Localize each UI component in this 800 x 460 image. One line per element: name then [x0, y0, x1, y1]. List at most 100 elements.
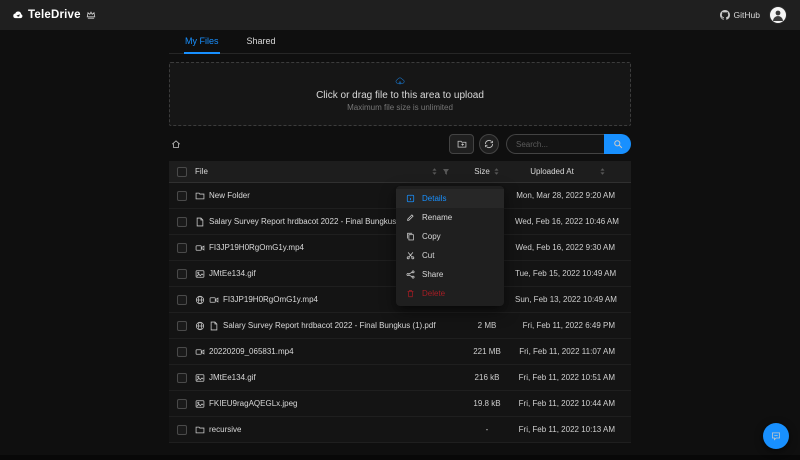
- row-checkbox[interactable]: [177, 242, 187, 253]
- context-menu-item-label: Cut: [422, 251, 435, 260]
- context-menu-item-cut[interactable]: Cut: [396, 246, 504, 265]
- row-checkbox[interactable]: [177, 294, 187, 305]
- file-name[interactable]: New Folder: [209, 191, 250, 200]
- search-button[interactable]: [604, 134, 631, 154]
- size-sort-icon[interactable]: [493, 167, 500, 176]
- comment-icon: [771, 431, 781, 441]
- github-label: GitHub: [733, 10, 760, 20]
- table-row[interactable]: 20220209_065831.mp4 221 MB Fri, Feb 11, 20…: [169, 339, 631, 365]
- sync-icon: [484, 139, 494, 149]
- context-menu-item-label: Delete: [422, 289, 446, 298]
- select-all-checkbox[interactable]: [177, 166, 187, 177]
- file-sort-icon[interactable]: [431, 167, 438, 176]
- context-menu-item-label: Rename: [422, 213, 453, 222]
- row-checkbox[interactable]: [177, 398, 187, 409]
- file-name[interactable]: JMtEe134.gif: [209, 373, 256, 382]
- info-icon: [406, 194, 415, 203]
- table-row[interactable]: Salary Survey Report hrdbacot 2022 - Fin…: [169, 313, 631, 339]
- globe-icon: [195, 295, 205, 305]
- file-name[interactable]: Salary Survey Report hrdbacot 2022 - Fin…: [209, 217, 410, 226]
- table-row[interactable]: FKIEU9ragAQEGLx.jpeg 19.8 kB Fri, Feb 11, …: [169, 391, 631, 417]
- scissors-icon: [406, 251, 415, 260]
- file-name[interactable]: JMtEe134.gif: [209, 269, 256, 278]
- file-icon: [195, 217, 205, 227]
- file-name[interactable]: FKIEU9ragAQEGLx.jpeg: [209, 399, 297, 408]
- file-uploaded-at: Mon, Mar 28, 2022 9:20 AM: [516, 191, 615, 200]
- context-menu-item-rename[interactable]: Rename: [396, 208, 504, 227]
- file-name[interactable]: recursive: [209, 425, 241, 434]
- cloud-upload-icon: [395, 76, 405, 86]
- table-row[interactable]: JMtEe134.gif 216 kB Fri, Feb 11, 2022 10:5…: [169, 365, 631, 391]
- search-icon: [613, 139, 623, 149]
- file-uploaded-at: Fri, Feb 11, 2022 10:13 AM: [518, 425, 615, 434]
- tab-shared[interactable]: Shared: [246, 30, 277, 54]
- delete-icon: [406, 289, 415, 298]
- file-name[interactable]: FI3JP19H0RgOmG1y.mp4: [209, 243, 304, 252]
- github-link[interactable]: GitHub: [719, 10, 760, 20]
- upload-dropzone[interactable]: Click or drag file to this area to uploa…: [169, 62, 631, 126]
- search-input[interactable]: [506, 134, 604, 154]
- tab-my-files[interactable]: My Files: [184, 30, 220, 54]
- brand-title: TeleDrive: [28, 9, 81, 21]
- context-menu-item-details[interactable]: Details: [396, 189, 504, 208]
- refresh-button[interactable]: [479, 134, 499, 154]
- new-folder-button[interactable]: [449, 134, 474, 154]
- row-checkbox[interactable]: [177, 190, 187, 201]
- file-name[interactable]: 20220209_065831.mp4: [209, 347, 294, 356]
- context-menu-item-copy[interactable]: Copy: [396, 227, 504, 246]
- row-checkbox[interactable]: [177, 268, 187, 279]
- column-file-label: File: [195, 167, 208, 176]
- file-icon: [209, 321, 219, 331]
- breadcrumb-home-button[interactable]: [169, 137, 183, 151]
- folder-add-icon: [457, 139, 467, 149]
- video-icon: [195, 347, 205, 357]
- folder-icon: [195, 425, 205, 435]
- upload-title: Click or drag file to this area to uploa…: [316, 90, 484, 101]
- search-group: [506, 134, 631, 154]
- file-name[interactable]: FI3JP19H0RgOmG1y.mp4: [223, 295, 318, 304]
- file-size: 216 kB: [474, 373, 500, 382]
- edit-icon: [406, 213, 415, 222]
- table-header: File Size Uploaded At: [169, 161, 631, 183]
- chat-fab-button[interactable]: [763, 423, 789, 449]
- image-icon: [195, 399, 205, 409]
- context-menu-item-share[interactable]: Share: [396, 265, 504, 284]
- crown-icon[interactable]: [86, 10, 96, 20]
- file-size: 2 MB: [477, 321, 497, 330]
- file-name[interactable]: Salary Survey Report hrdbacot 2022 - Fin…: [223, 321, 436, 330]
- globe-icon: [195, 321, 205, 331]
- context-menu-item-label: Copy: [422, 232, 441, 241]
- file-uploaded-at: Sun, Feb 13, 2022 10:49 AM: [515, 295, 617, 304]
- column-uploaded-label: Uploaded At: [530, 167, 574, 176]
- file-uploaded-at: Wed, Feb 16, 2022 9:30 AM: [515, 243, 615, 252]
- column-size-label: Size: [474, 167, 490, 176]
- file-uploaded-at: Fri, Feb 11, 2022 10:44 AM: [518, 399, 615, 408]
- video-icon: [209, 295, 219, 305]
- row-checkbox[interactable]: [177, 424, 187, 435]
- user-avatar[interactable]: [769, 6, 787, 24]
- table-row[interactable]: recursive - Fri, Feb 11, 2022 10:13 AM: [169, 417, 631, 443]
- row-checkbox[interactable]: [177, 320, 187, 331]
- context-menu-item-label: Share: [422, 270, 444, 279]
- file-uploaded-at: Fri, Feb 11, 2022 10:51 AM: [518, 373, 615, 382]
- toolbar: [169, 133, 631, 155]
- image-icon: [195, 373, 205, 383]
- teledrive-logo-icon: [13, 10, 23, 20]
- brand[interactable]: TeleDrive: [13, 9, 96, 21]
- context-menu-item-delete[interactable]: Delete: [396, 284, 504, 303]
- copy-icon: [406, 232, 415, 241]
- file-size: 19.8 kB: [473, 399, 501, 408]
- folder-icon: [195, 191, 205, 201]
- window-bottom-edge: [0, 455, 800, 460]
- file-filter-icon[interactable]: [442, 168, 450, 176]
- home-icon: [171, 139, 181, 149]
- image-icon: [195, 269, 205, 279]
- uploaded-sort-icon[interactable]: [599, 167, 606, 176]
- row-checkbox[interactable]: [177, 216, 187, 227]
- file-size: -: [485, 425, 489, 434]
- github-icon: [719, 10, 730, 20]
- row-checkbox[interactable]: [177, 346, 187, 357]
- row-checkbox[interactable]: [177, 372, 187, 383]
- file-uploaded-at: Fri, Feb 11, 2022 6:49 PM: [522, 321, 615, 330]
- file-uploaded-at: Wed, Feb 16, 2022 10:46 AM: [515, 217, 619, 226]
